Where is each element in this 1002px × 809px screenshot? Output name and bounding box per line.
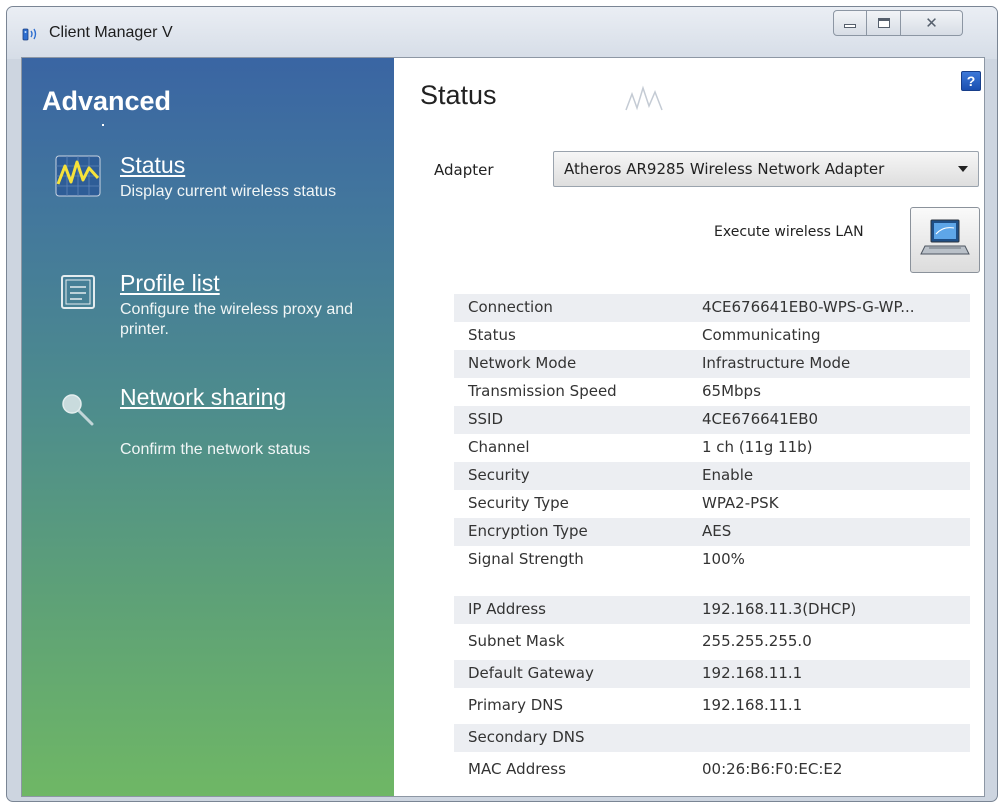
maximize-button[interactable] — [867, 10, 901, 36]
info-key: Channel — [468, 438, 530, 456]
execute-wireless-lan-button[interactable] — [910, 207, 980, 273]
magnifier-icon — [62, 394, 94, 426]
info-key: MAC Address — [468, 760, 566, 778]
sidebar-item-label[interactable]: Status — [120, 152, 185, 179]
info-key: Subnet Mask — [468, 632, 565, 650]
table-row: Default Gateway 192.168.11.1 — [454, 660, 970, 688]
info-value: 192.168.11.3(DHCP) — [702, 600, 857, 618]
sidebar-item-description: Configure the wireless proxy and printer… — [120, 301, 354, 338]
table-row: Security Type WPA2-PSK — [454, 490, 970, 518]
info-value: AES — [702, 522, 732, 540]
info-key: Security Type — [468, 494, 569, 512]
info-value: 192.168.11.1 — [702, 696, 803, 714]
sidebar-divider-dot — [102, 124, 104, 126]
sidebar-item-label[interactable]: Profile list — [120, 270, 220, 297]
help-icon[interactable]: ? — [961, 71, 981, 91]
info-key: Signal Strength — [468, 550, 584, 568]
info-value: Communicating — [702, 326, 821, 344]
execute-wireless-lan-label: Execute wireless LAN — [714, 224, 864, 240]
sidebar: Advanced Status Display current wireless… — [22, 58, 394, 796]
table-row: MAC Address 00:26:B6:F0:EC:E2 — [454, 756, 970, 784]
table-row: Signal Strength 100% — [454, 546, 970, 574]
info-value: 65Mbps — [702, 382, 761, 400]
info-key: Connection — [468, 298, 553, 316]
table-row: Channel 1 ch (11g 11b) — [454, 434, 970, 462]
app-window: Client Manager V ✕ Advanced Status Displ… — [6, 6, 998, 802]
info-key: IP Address — [468, 600, 546, 618]
info-value: Infrastructure Mode — [702, 354, 851, 372]
adapter-dropdown[interactable]: Atheros AR9285 Wireless Network Adapter — [553, 151, 979, 187]
table-row: IP Address 192.168.11.3(DHCP) — [454, 596, 970, 624]
minimize-icon — [844, 24, 856, 28]
laptop-icon — [920, 219, 970, 255]
info-key: Transmission Speed — [468, 382, 617, 400]
info-key: Primary DNS — [468, 696, 564, 714]
close-icon: ✕ — [925, 13, 938, 32]
info-key: Network Mode — [468, 354, 577, 372]
info-value: WPA2-PSK — [702, 494, 779, 512]
sidebar-heading: Advanced — [42, 86, 172, 116]
signal-wave-icon — [625, 85, 663, 111]
sidebar-item-description: Display current wireless status — [120, 183, 337, 200]
info-value: 192.168.11.1 — [702, 664, 803, 682]
info-value: 4CE676641EB0-WPS-G-WP... — [702, 298, 915, 316]
wireless-app-icon — [22, 28, 37, 41]
info-key: Secondary DNS — [468, 728, 585, 746]
info-key: Default Gateway — [468, 664, 594, 682]
info-value: 100% — [702, 550, 745, 568]
profile-list-icon — [61, 275, 95, 309]
table-row: Subnet Mask 255.255.255.0 — [454, 628, 970, 656]
table-row: Transmission Speed 65Mbps — [454, 378, 970, 406]
info-value: 1 ch (11g 11b) — [702, 438, 813, 456]
table-row: Connection 4CE676641EB0-WPS-G-WP... — [454, 294, 970, 322]
adapter-label: Adapter — [434, 161, 494, 179]
sidebar-item-network-sharing[interactable]: Network sharing Confirm the network stat… — [22, 380, 394, 470]
adapter-selected-value: Atheros AR9285 Wireless Network Adapter — [564, 160, 885, 178]
info-value: 4CE676641EB0 — [702, 410, 819, 428]
table-row: Secondary DNS — [454, 724, 970, 752]
window-controls: ✕ — [833, 10, 983, 36]
page-title: Status — [420, 80, 497, 110]
table-row: SSID 4CE676641EB0 — [454, 406, 970, 434]
sidebar-item-profile-list[interactable]: Profile list Configure the wireless prox… — [22, 266, 394, 346]
table-row: Security Enable — [454, 462, 970, 490]
table-row: Network Mode Infrastructure Mode — [454, 350, 970, 378]
info-key: Status — [468, 326, 516, 344]
status-panel: Status ? Adapter Atheros AR9285 Wireless… — [394, 58, 984, 796]
info-key: SSID — [468, 410, 504, 428]
status-signal-icon — [55, 155, 101, 197]
sidebar-item-label[interactable]: Network sharing — [120, 384, 286, 411]
info-value: 255.255.255.0 — [702, 632, 812, 650]
info-key: Security — [468, 466, 530, 484]
table-row: Primary DNS 192.168.11.1 — [454, 692, 970, 720]
chevron-down-icon — [958, 166, 968, 172]
title-bar[interactable]: Client Manager V ✕ — [7, 7, 997, 59]
table-row: Status Communicating — [454, 322, 970, 350]
table-row: Encryption Type AES — [454, 518, 970, 546]
close-button[interactable]: ✕ — [901, 10, 963, 36]
info-value: 00:26:B6:F0:EC:E2 — [702, 760, 843, 778]
sidebar-item-status[interactable]: Status Display current wireless status — [22, 148, 394, 228]
info-value: Enable — [702, 466, 754, 484]
sidebar-item-description: Confirm the network status — [120, 441, 311, 458]
window-title: Client Manager V — [49, 24, 173, 41]
maximize-icon — [877, 18, 890, 28]
info-key: Encryption Type — [468, 522, 588, 540]
client-area: Advanced Status Display current wireless… — [21, 57, 985, 797]
minimize-button[interactable] — [833, 10, 867, 36]
